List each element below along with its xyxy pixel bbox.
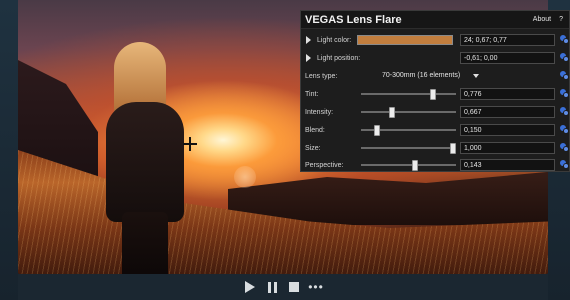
keyframe-icon[interactable] <box>560 107 569 116</box>
more-icon: ••• <box>308 280 324 294</box>
blend-value[interactable]: 0,150 <box>460 124 555 136</box>
help-link[interactable]: ? <box>559 16 563 23</box>
lens-type-value: 70-300mm (16 elements) <box>382 72 461 79</box>
size-slider-thumb[interactable] <box>450 143 456 154</box>
transport-bar: ••• <box>18 274 548 300</box>
intensity-slider-thumb[interactable] <box>388 107 395 118</box>
legs <box>122 212 168 274</box>
tint-slider-thumb[interactable] <box>430 89 437 100</box>
play-icon <box>245 281 255 293</box>
stop-button[interactable] <box>287 280 301 294</box>
tint-value[interactable]: 0,776 <box>460 88 555 100</box>
expand-light-color-icon[interactable] <box>306 36 311 44</box>
keyframe-icon[interactable] <box>560 89 569 98</box>
perspective-slider-track[interactable] <box>361 164 456 166</box>
perspective-value[interactable]: 0,143 <box>460 159 555 171</box>
panel-header: VEGAS Lens Flare About ? <box>301 11 569 29</box>
play-button[interactable] <box>243 280 257 294</box>
app-window: ••• VEGAS Lens Flare About ? Light color… <box>0 0 570 300</box>
perspective-row: Perspective: 0,143 <box>301 158 570 172</box>
light-position-crosshair-icon[interactable] <box>183 137 197 151</box>
lens-type-label: Lens type: <box>305 72 338 80</box>
keyframe-icon[interactable] <box>560 35 569 44</box>
stop-icon <box>289 282 299 292</box>
light-color-row: Light color: 24; 0,67; 0,77 <box>301 33 570 47</box>
perspective-label: Perspective: <box>305 161 344 169</box>
lens-flare-ghost <box>234 166 256 188</box>
tint-label: Tint: <box>305 90 319 98</box>
size-value[interactable]: 1,000 <box>460 142 555 154</box>
keyframe-icon[interactable] <box>560 143 569 152</box>
size-label: Size: <box>305 144 321 152</box>
woman-silhouette <box>96 42 196 274</box>
size-row: Size: 1,000 <box>301 141 570 155</box>
blend-row: Blend: 0,150 <box>301 123 570 137</box>
intensity-slider-track[interactable] <box>361 111 456 113</box>
more-button[interactable]: ••• <box>308 280 324 294</box>
pause-icon <box>267 281 277 293</box>
light-position-row: Light position: -0,61; 0,00 <box>301 51 570 65</box>
about-link[interactable]: About <box>533 16 551 23</box>
keyframe-icon[interactable] <box>560 71 569 80</box>
expand-light-position-icon[interactable] <box>306 54 311 62</box>
lens-type-row: Lens type: 70-300mm (16 elements) <box>301 69 570 83</box>
perspective-slider-thumb[interactable] <box>411 160 418 171</box>
intensity-row: Intensity: 0,667 <box>301 105 570 119</box>
chevron-down-icon <box>473 74 479 78</box>
hillside-right <box>228 171 548 225</box>
intensity-label: Intensity: <box>305 108 334 116</box>
light-position-label: Light position: <box>317 54 361 62</box>
keyframe-icon[interactable] <box>560 160 569 169</box>
keyframe-icon[interactable] <box>560 53 569 62</box>
lens-type-dropdown[interactable]: 70-300mm (16 elements) <box>373 70 483 82</box>
panel-title: VEGAS Lens Flare <box>305 13 402 26</box>
lens-flare-panel: VEGAS Lens Flare About ? Light color: 24… <box>300 10 570 172</box>
blend-label: Blend: <box>305 126 325 134</box>
tint-slider-track[interactable] <box>361 93 456 95</box>
intensity-value[interactable]: 0,667 <box>460 106 555 118</box>
light-color-swatch[interactable] <box>357 35 453 45</box>
size-slider-track[interactable] <box>361 147 456 149</box>
light-color-value[interactable]: 24; 0,67; 0,77 <box>460 34 555 46</box>
tint-row: Tint: 0,776 <box>301 87 570 101</box>
blend-slider-thumb[interactable] <box>374 125 381 136</box>
light-position-value[interactable]: -0,61; 0,00 <box>460 52 555 64</box>
pause-button[interactable] <box>265 280 279 294</box>
body <box>106 102 184 222</box>
keyframe-icon[interactable] <box>560 125 569 134</box>
